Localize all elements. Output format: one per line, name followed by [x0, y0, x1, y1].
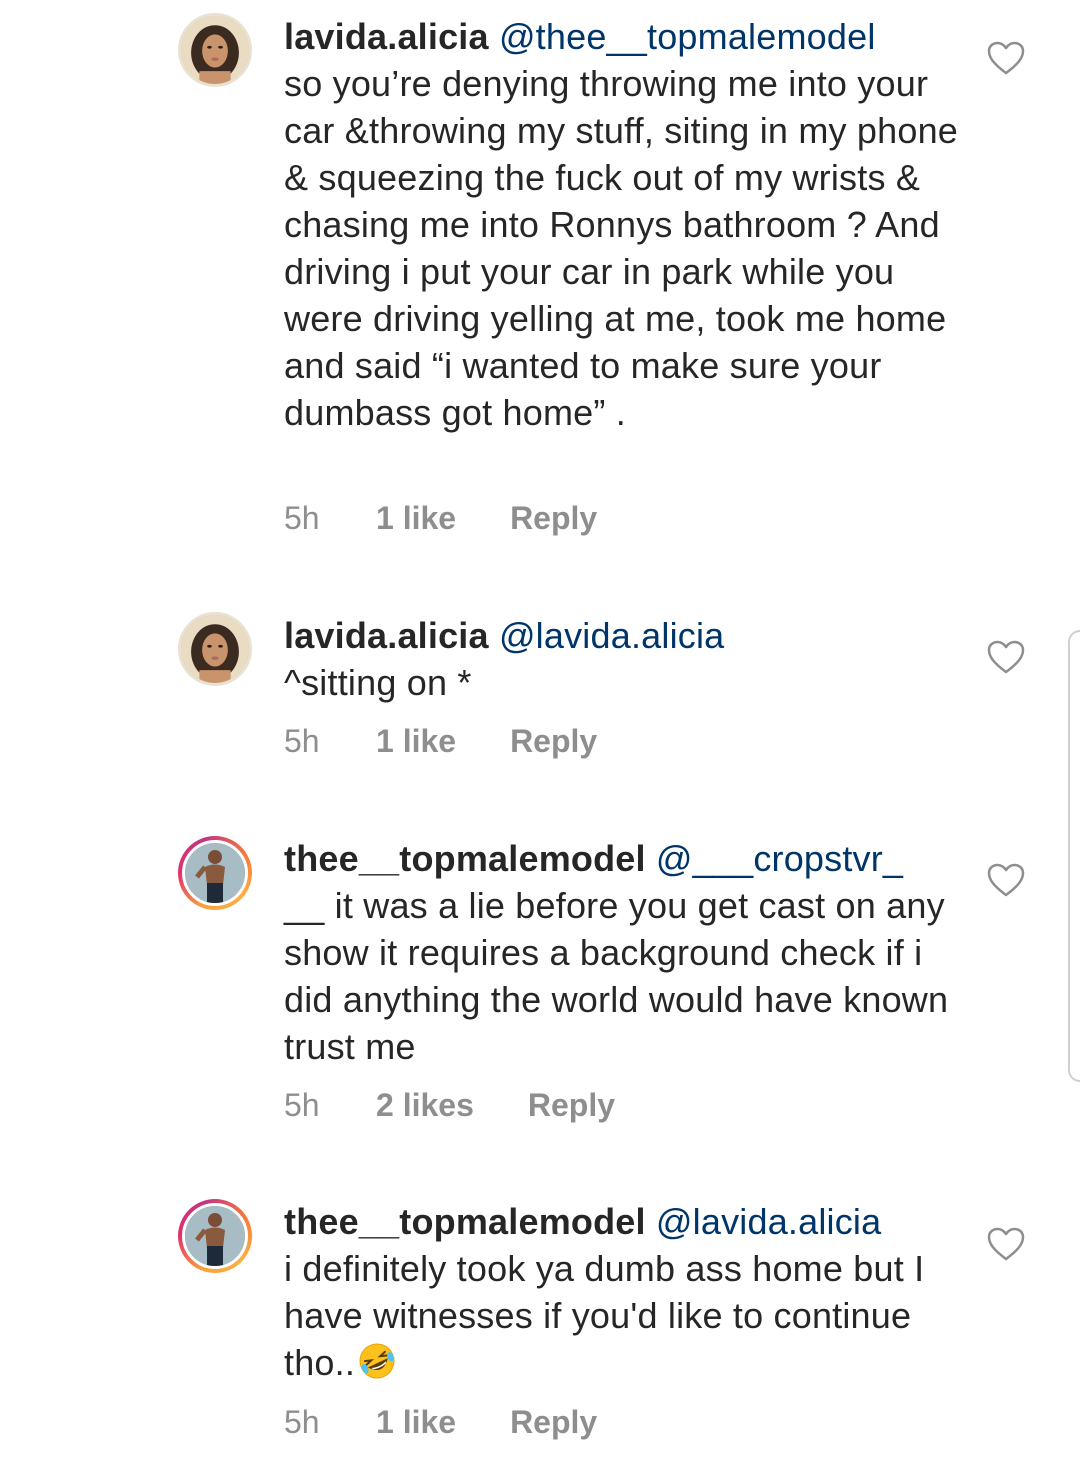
- comment-text: __ it was a lie before you get cast on a…: [284, 885, 949, 1067]
- comment-time: 5h: [284, 723, 320, 759]
- comment-meta: 5h 2 likes Reply: [284, 1087, 615, 1124]
- comment-meta: 5h 1 like Reply: [284, 1404, 597, 1441]
- comment-likes[interactable]: 1 like: [376, 1404, 456, 1441]
- reply-button[interactable]: Reply: [510, 500, 597, 537]
- comment-mention[interactable]: @___cropstvr_: [656, 838, 903, 879]
- reply-button[interactable]: Reply: [510, 1404, 597, 1441]
- comment-username[interactable]: lavida.alicia: [284, 615, 489, 656]
- heart-icon[interactable]: [986, 862, 1026, 898]
- comment-likes[interactable]: 1 like: [376, 723, 456, 760]
- comment-time: 5h: [284, 1087, 320, 1123]
- comment-likes[interactable]: 2 likes: [376, 1087, 474, 1124]
- comment-username[interactable]: thee__topmalemodel: [284, 1201, 646, 1242]
- reply-button[interactable]: Reply: [528, 1087, 615, 1124]
- scrollbar[interactable]: [1068, 630, 1080, 1082]
- rolling-on-floor-laughing-emoji-icon: [357, 1341, 397, 1381]
- comment-body: lavida.alicia @thee__topmalemodel so you…: [284, 13, 964, 436]
- avatar[interactable]: [178, 612, 252, 686]
- comment-time: 5h: [284, 1404, 320, 1440]
- comment-time: 5h: [284, 500, 320, 536]
- comment-username[interactable]: thee__topmalemodel: [284, 838, 646, 879]
- comment-body: lavida.alicia @lavida.alicia ^sitting on…: [284, 612, 964, 706]
- heart-icon[interactable]: [986, 639, 1026, 675]
- woman-avatar-icon: [181, 615, 249, 683]
- comment-username[interactable]: lavida.alicia: [284, 16, 489, 57]
- avatar[interactable]: [178, 1199, 252, 1273]
- avatar[interactable]: [178, 13, 252, 87]
- man-avatar-icon: [185, 843, 245, 903]
- comment-likes[interactable]: 1 like: [376, 500, 456, 537]
- reply-button[interactable]: Reply: [510, 723, 597, 760]
- heart-icon[interactable]: [986, 1226, 1026, 1262]
- woman-avatar-icon: [181, 16, 249, 84]
- comment-meta: 5h 1 like Reply: [284, 500, 597, 537]
- comment-mention[interactable]: @lavida.alicia: [499, 615, 724, 656]
- comment-text: ^sitting on *: [284, 662, 472, 703]
- comment-body: thee__topmalemodel @___cropstvr_ __ it w…: [284, 835, 964, 1070]
- comment-mention[interactable]: @thee__topmalemodel: [499, 16, 876, 57]
- man-avatar-icon: [185, 1206, 245, 1266]
- comment-text: so you’re denying throwing me into your …: [284, 63, 959, 433]
- comment-body: thee__topmalemodel @lavida.alicia i defi…: [284, 1198, 964, 1386]
- avatar[interactable]: [178, 836, 252, 910]
- heart-icon[interactable]: [986, 40, 1026, 76]
- comment-mention[interactable]: @lavida.alicia: [656, 1201, 881, 1242]
- comment-meta: 5h 1 like Reply: [284, 723, 597, 760]
